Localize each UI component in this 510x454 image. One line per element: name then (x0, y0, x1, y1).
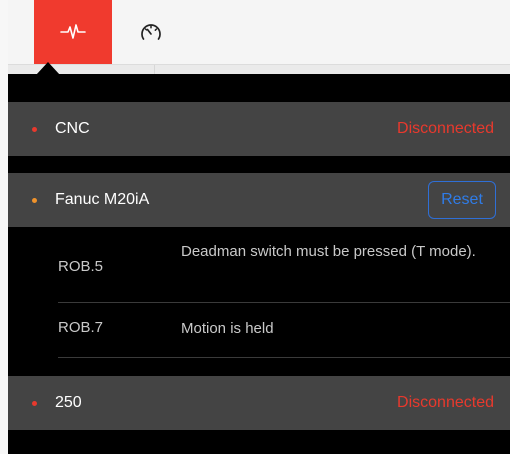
device-name: Fanuc M20iA (55, 191, 150, 208)
tab-alarms[interactable] (34, 0, 112, 64)
alarm-code: ROB.7 (58, 319, 104, 336)
device-row-250[interactable]: 250 Disconnected (8, 376, 510, 430)
alarm-row: ROB.5 Deadman switch must be pressed (T … (58, 242, 510, 292)
device-name: CNC (55, 120, 90, 137)
tab-performance[interactable] (112, 0, 190, 64)
alarm-divider (58, 357, 510, 358)
device-name: 250 (55, 394, 82, 411)
alarm-message: Motion is held (181, 320, 274, 337)
status-dot (32, 126, 37, 132)
alarm-row: ROB.7 Motion is held (58, 319, 510, 343)
speedometer-icon (141, 24, 161, 40)
top-toolbar (8, 0, 510, 64)
status-dot (32, 400, 37, 406)
app-root: CNC Disconnected Fanuc M20iA Reset ROB.5… (0, 0, 510, 454)
alarm-divider (58, 302, 510, 303)
device-status: Disconnected (397, 120, 494, 137)
reset-button[interactable]: Reset (428, 181, 496, 219)
device-row-fanuc[interactable]: Fanuc M20iA Reset (8, 173, 510, 227)
device-status: Disconnected (397, 394, 494, 411)
alarm-message: Deadman switch must be pressed (T mode). (181, 243, 476, 260)
alarms-dropdown-panel: CNC Disconnected Fanuc M20iA Reset ROB.5… (8, 74, 510, 454)
device-row-cnc[interactable]: CNC Disconnected (8, 102, 510, 156)
alarm-code: ROB.5 (58, 258, 104, 275)
heartbeat-icon (60, 24, 86, 39)
status-dot (32, 197, 37, 203)
